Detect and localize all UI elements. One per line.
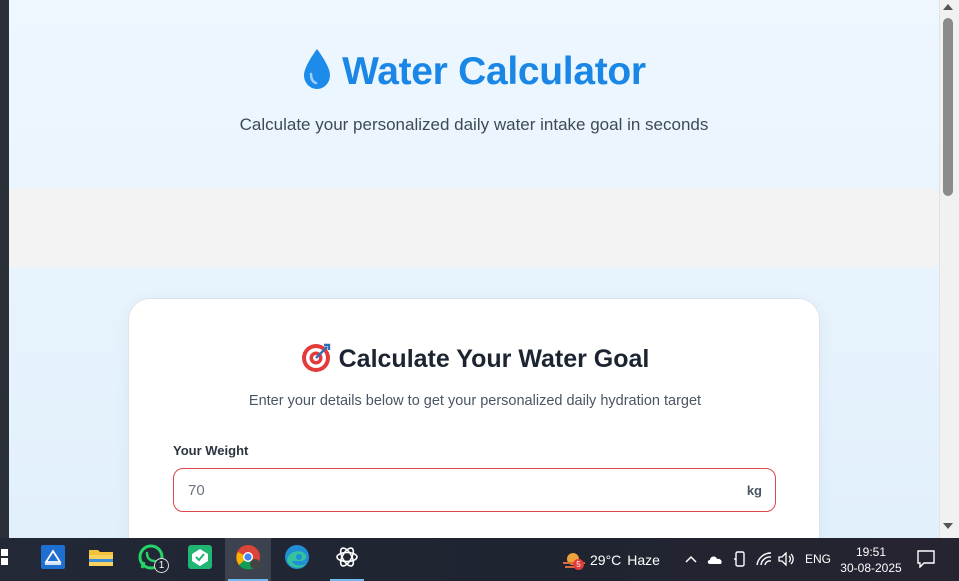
taskbar-clock[interactable]: 19:51 30-08-2025 [838,544,904,576]
edge-icon [284,544,310,575]
ad-banner [9,188,939,268]
taskbar-whatsapp[interactable]: 1 [131,538,171,581]
taskbar-app-1[interactable] [33,538,73,581]
water-drop-icon [302,48,332,100]
chatgpt-icon [335,545,359,574]
file-explorer-icon [89,547,113,572]
scroll-down-arrow-icon[interactable] [943,523,953,529]
app-icon [41,545,65,574]
page-title-text: Water Calculator [342,50,646,93]
vertical-scrollbar[interactable] [939,0,959,538]
card-title: Calculate Your Water Goal [129,343,821,380]
taskbar-app-2[interactable] [180,538,220,581]
chrome-icon [235,544,261,575]
input-language[interactable]: ENG [805,552,831,566]
taskbar: 1 5 29°C Haze ENG 19:51 30-08-2025 [0,538,959,581]
weight-placeholder: 70 [188,482,205,499]
weight-unit: kg [746,483,762,498]
page-subtitle: Calculate your personalized daily water … [239,115,709,134]
left-window-edge [0,0,9,538]
wifi-icon[interactable] [755,550,773,568]
calculator-card: Calculate Your Water Goal Enter your det… [128,298,820,538]
weight-label: Your Weight [173,443,249,458]
weather-condition: Haze [627,551,660,568]
weight-input[interactable]: 70 kg [173,468,776,512]
start-icon [0,549,8,570]
taskbar-edge[interactable] [277,538,317,581]
card-subtitle: Enter your details below to get your per… [248,393,702,409]
phone-link-icon[interactable] [731,550,749,568]
card-title-text: Calculate Your Water Goal [338,345,650,373]
hero-section: Water Calculator Calculate your personal… [9,0,939,188]
web-page: Water Calculator Calculate your personal… [9,0,939,538]
start-button[interactable] [0,538,14,581]
taskbar-chrome[interactable] [225,538,271,581]
app-icon [188,545,212,574]
taskbar-chatgpt[interactable] [327,538,367,581]
clock-date: 30-08-2025 [840,561,902,575]
weather-temperature: 29°C [590,551,622,568]
whatsapp-badge: 1 [154,558,169,573]
clock-time: 19:51 [855,545,887,559]
chevron-up-icon[interactable] [682,550,700,568]
page-title: Water Calculator [9,48,939,100]
taskbar-file-explorer[interactable] [81,538,121,581]
scroll-up-arrow-icon[interactable] [943,4,953,10]
weather-haze-icon: 5 [562,548,586,572]
speaker-volume-icon[interactable] [778,550,796,568]
onedrive-cloud-icon[interactable] [706,550,724,568]
notification-center-icon[interactable] [917,550,935,573]
target-icon [301,343,331,380]
weather-alert-badge: 5 [573,558,584,570]
weather-widget[interactable]: 5 29°C Haze [562,538,660,581]
scroll-thumb[interactable] [943,18,953,196]
